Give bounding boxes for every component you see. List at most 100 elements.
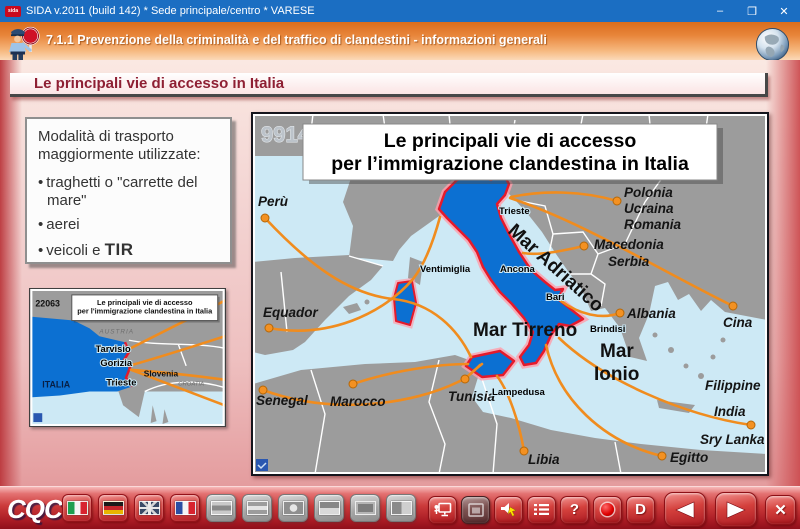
page-title: Le principali vie di accesso in Italia (34, 75, 284, 92)
help-label: ? (570, 501, 579, 518)
france-flag-icon (175, 501, 196, 515)
transport-panel: Modalità di trasporto maggiormente utili… (25, 117, 232, 264)
close-button[interactable]: ✕ (768, 0, 800, 22)
map-label-romania: Romania (624, 217, 682, 232)
app-icon: sida (5, 6, 21, 17)
forward-arrow-icon (725, 501, 747, 519)
language-disabled-button-6 (386, 494, 416, 522)
thumb-label-croatia: CROATIA (178, 382, 204, 388)
transport-item-planes: aerei (38, 216, 222, 234)
app-window: sida SIDA v.2011 (build 142) * Sede prin… (0, 0, 800, 529)
route-map-thumbnail[interactable]: Le principali vie di accesso per l'immig… (29, 288, 226, 427)
map-label-tunisia: Tunisia (448, 389, 496, 404)
thumb-map-title-line1: Le principali vie di accesso (97, 298, 193, 307)
thumb-label-trieste: Trieste (106, 378, 136, 388)
page-title-bar: Le principali vie di accesso in Italia (10, 73, 768, 97)
map-sea-tirreno: Mar Tirreno (473, 320, 577, 341)
map-label-senegal: Senegal (256, 393, 308, 408)
disabled-flag-icon (211, 501, 232, 515)
route-map-svg: 9914 Perù Equador Senegal Marocco Tunisi… (253, 114, 767, 474)
map-label-albania: Albania (626, 306, 676, 321)
speaker-icon (500, 502, 518, 518)
map-label-equador: Equador (263, 305, 318, 320)
transport-heading: Modalità di trasporto maggiormente utili… (38, 128, 222, 165)
index-button[interactable] (527, 496, 556, 524)
forward-button[interactable] (715, 492, 757, 527)
language-italian-button[interactable] (62, 494, 92, 522)
map-label-polonia: Polonia (624, 185, 673, 200)
disabled-flag-icon (247, 501, 268, 515)
thumb-label-italia: ITALIA (42, 380, 70, 390)
globe-icon (755, 27, 790, 62)
window-title: SIDA v.2011 (build 142) * Sede principal… (26, 5, 704, 17)
map-title-line2: per l’immigrazione clandestina in Italia (331, 153, 689, 175)
language-english-button[interactable] (134, 494, 164, 522)
map-logo-mark (256, 459, 268, 471)
window-icon (468, 503, 484, 517)
titlebar: sida SIDA v.2011 (build 142) * Sede prin… (0, 0, 800, 22)
maximize-button[interactable]: ❐ (736, 0, 768, 22)
transport-item-ferries: traghetti o "carrette del mare" (38, 174, 222, 211)
map-city-lampedusa: Lampedusa (492, 387, 546, 398)
thumb-label-austria: AUSTRIA (98, 328, 134, 335)
map-city-ancona: Ancona (500, 264, 536, 275)
thumb-map-title-line2: per l'immigrazione clandestina in Italia (77, 307, 213, 316)
language-disabled-button-3 (278, 494, 308, 522)
help-button[interactable]: ? (560, 496, 589, 524)
back-arrow-icon (674, 501, 696, 519)
language-disabled-button-4 (314, 494, 344, 522)
map-label-serbia: Serbia (608, 254, 650, 269)
map-sea-ionio-line2: Ionio (594, 364, 639, 385)
map-label-peru: Perù (258, 194, 289, 209)
presentation-button[interactable] (428, 496, 457, 524)
language-french-button[interactable] (170, 494, 200, 522)
dictionary-label: D (635, 501, 646, 518)
lesson-header: 7.1.1 Prevenzione della criminalità e de… (0, 22, 800, 60)
bottom-toolbar: CQC (0, 486, 800, 529)
language-disabled-button-1 (206, 494, 236, 522)
thumb-logo-mark (33, 413, 42, 422)
back-button[interactable] (664, 492, 706, 527)
route-map: 9914 Perù Equador Senegal Marocco Tunisi… (251, 112, 769, 476)
disabled-flag-icon (319, 501, 340, 515)
cqc-logo: CQC (7, 494, 62, 525)
map-title-line1: Le principali vie di accesso (384, 130, 637, 152)
minimize-button[interactable]: – (704, 0, 736, 22)
map-city-brindisi: Brindisi (590, 324, 625, 335)
map-label-india: India (714, 404, 746, 419)
map-label-egitto: Egitto (670, 450, 708, 465)
map-label-libia: Libia (528, 452, 560, 467)
map-label-filippine: Filippine (705, 378, 761, 393)
list-icon (534, 503, 549, 516)
record-button[interactable] (593, 496, 622, 524)
window-controls: – ❐ ✕ (704, 0, 800, 22)
traffic-officer-icon (6, 25, 42, 65)
transport-item-vehicles: veicoli e TIR (38, 240, 222, 261)
transport-list: traghetti o "carrette del mare" aerei ve… (38, 174, 222, 262)
map-city-ventimiglia: Ventimiglia (420, 264, 471, 275)
exit-icon: ✕ (774, 501, 787, 519)
language-disabled-button-5 (350, 494, 380, 522)
thumb-label-slovenia: Slovenia (144, 369, 179, 379)
language-disabled-button-2 (242, 494, 272, 522)
dictionary-button[interactable]: D (626, 496, 655, 524)
thumb-label-gorizia: Gorizia (100, 358, 133, 368)
disabled-flag-icon (355, 501, 376, 515)
map-label-cina: Cina (723, 315, 753, 330)
germany-flag-icon (103, 501, 124, 515)
map-sea-ionio-line1: Mar (600, 341, 634, 362)
exit-button[interactable]: ✕ (765, 495, 796, 525)
language-german-button[interactable] (98, 494, 128, 522)
audio-button[interactable] (494, 496, 523, 524)
language-flags (62, 494, 416, 522)
window-mode-button[interactable] (461, 496, 490, 524)
map-label-sry-lanka: Sry Lanka (700, 432, 765, 447)
tool-buttons: ? D ✕ (428, 492, 796, 527)
map-city-bari: Bari (546, 292, 564, 303)
disabled-flag-icon (391, 501, 412, 515)
map-label-ucraina: Ucraina (624, 201, 674, 216)
italy-flag-icon (67, 501, 88, 515)
thumb-label-tarvisio: Tarvisio (95, 344, 130, 354)
thumb-code: 22063 (35, 299, 60, 309)
record-icon (601, 503, 614, 516)
